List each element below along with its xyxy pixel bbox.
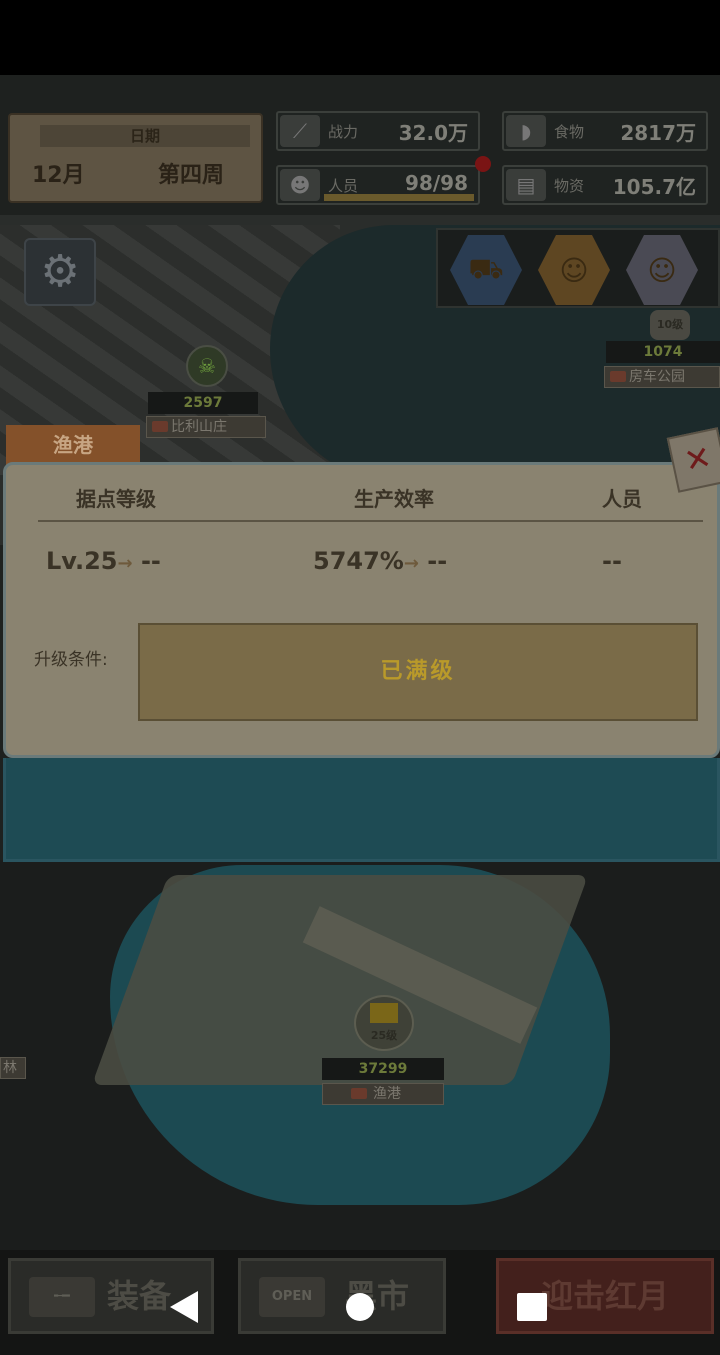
efficiency-next: --: [427, 547, 448, 575]
efficiency-values: 5747%→ --: [313, 547, 447, 575]
notification-dot: [475, 156, 491, 172]
marker-name-2-text: 房车公园: [629, 369, 685, 385]
upgrade-condition-label: 升级条件:: [34, 650, 108, 670]
person-icon: ☻: [280, 169, 320, 201]
rifle-icon: ⟋: [280, 115, 320, 147]
level-current: Lv.25: [46, 547, 118, 575]
hero-avatar-1[interactable]: ☺: [538, 235, 610, 305]
gun-icon: ╾━: [29, 1277, 95, 1317]
meat-icon: ◗: [506, 115, 546, 147]
black-market-button[interactable]: OPEN 黑市: [238, 1258, 446, 1334]
equipment-label: 装备: [107, 1277, 172, 1315]
supplies-label: 物资: [554, 177, 585, 195]
meat-icon: [351, 1088, 367, 1099]
level-values: Lv.25→ --: [46, 547, 161, 575]
nav-home-icon[interactable]: [346, 1293, 374, 1321]
hero-avatar-vehicle[interactable]: ⛟: [450, 235, 522, 305]
marker-count-1: 2597: [148, 392, 258, 414]
food-value: 2817万: [620, 121, 696, 145]
date-month: 12月: [32, 163, 85, 188]
hero-avatar-2[interactable]: ☺: [626, 235, 698, 305]
flag-icon: [370, 1003, 398, 1023]
marker-count-3: 37299: [322, 1058, 444, 1080]
panel-title-tab: 渔港: [6, 425, 140, 465]
money-icon: ▤: [506, 169, 546, 201]
harbor-level: 25级: [370, 1029, 398, 1042]
people-stat[interactable]: ☻ 人员 98/98: [276, 165, 480, 205]
open-sign-icon: OPEN: [259, 1277, 325, 1317]
people-label: 人员: [328, 177, 359, 195]
hero-strip: ⛟ ☺ ☺: [436, 228, 720, 308]
people-progress-bar: [324, 194, 474, 201]
meat-icon: [610, 371, 626, 382]
staff-value: --: [602, 547, 622, 575]
header-level: 据点等级: [76, 487, 156, 511]
header-efficiency: 生产效率: [354, 487, 434, 511]
level-next: --: [140, 547, 161, 575]
marker-count-2: 1074: [606, 341, 720, 363]
max-level-text: 已满级: [380, 659, 456, 684]
money-icon: [152, 421, 168, 432]
marker-name-2[interactable]: 房车公园: [604, 366, 720, 388]
marker-name-1-text: 比利山庄: [171, 419, 227, 435]
harbor-dock[interactable]: [91, 875, 589, 1085]
arrow-icon: →: [117, 553, 133, 574]
zombie-icon[interactable]: ☠: [186, 345, 228, 387]
efficiency-current: 5747%: [313, 547, 404, 575]
power-value: 32.0万: [398, 121, 468, 145]
marker-name-3-text: 渔港: [373, 1086, 401, 1102]
nav-back-icon[interactable]: [170, 1291, 198, 1323]
left-edge-marker[interactable]: 林: [0, 1057, 26, 1079]
game-view: 日期 12月 第四周 ⟋ 战力 32.0万 ◗ 食物 2817万 ☻ 人员 98…: [0, 75, 720, 1355]
date-week: 第四周: [158, 163, 225, 188]
panel-footer-strip: [3, 758, 720, 862]
settings-gear-icon[interactable]: ⚙: [24, 238, 96, 306]
date-label: 日期: [40, 125, 250, 147]
harbor-flag-badge[interactable]: 25级: [354, 995, 414, 1051]
marker-level-2: 10级: [650, 310, 690, 340]
people-value: 98/98: [405, 171, 468, 195]
supplies-stat[interactable]: ▤ 物资 105.7亿: [502, 165, 708, 205]
power-stat[interactable]: ⟋ 战力 32.0万: [276, 111, 480, 151]
max-level-box: 已满级: [138, 623, 698, 721]
header-staff: 人员: [602, 487, 642, 511]
marker-name-3[interactable]: 渔港: [322, 1083, 444, 1105]
arrow-icon: →: [403, 553, 419, 574]
food-label: 食物: [554, 123, 585, 141]
status-bar: [0, 0, 720, 75]
header-divider: [38, 520, 703, 522]
date-panel: 日期 12月 第四周: [8, 113, 263, 203]
power-label: 战力: [328, 123, 359, 141]
nav-recents-icon[interactable]: [517, 1293, 547, 1321]
marker-name-1[interactable]: 比利山庄: [146, 416, 266, 438]
upgrade-panel: 据点等级 生产效率 人员 Lv.25→ -- 5747%→ -- -- 升级条件…: [3, 462, 720, 758]
supplies-value: 105.7亿: [612, 175, 696, 199]
food-stat[interactable]: ◗ 食物 2817万: [502, 111, 708, 151]
